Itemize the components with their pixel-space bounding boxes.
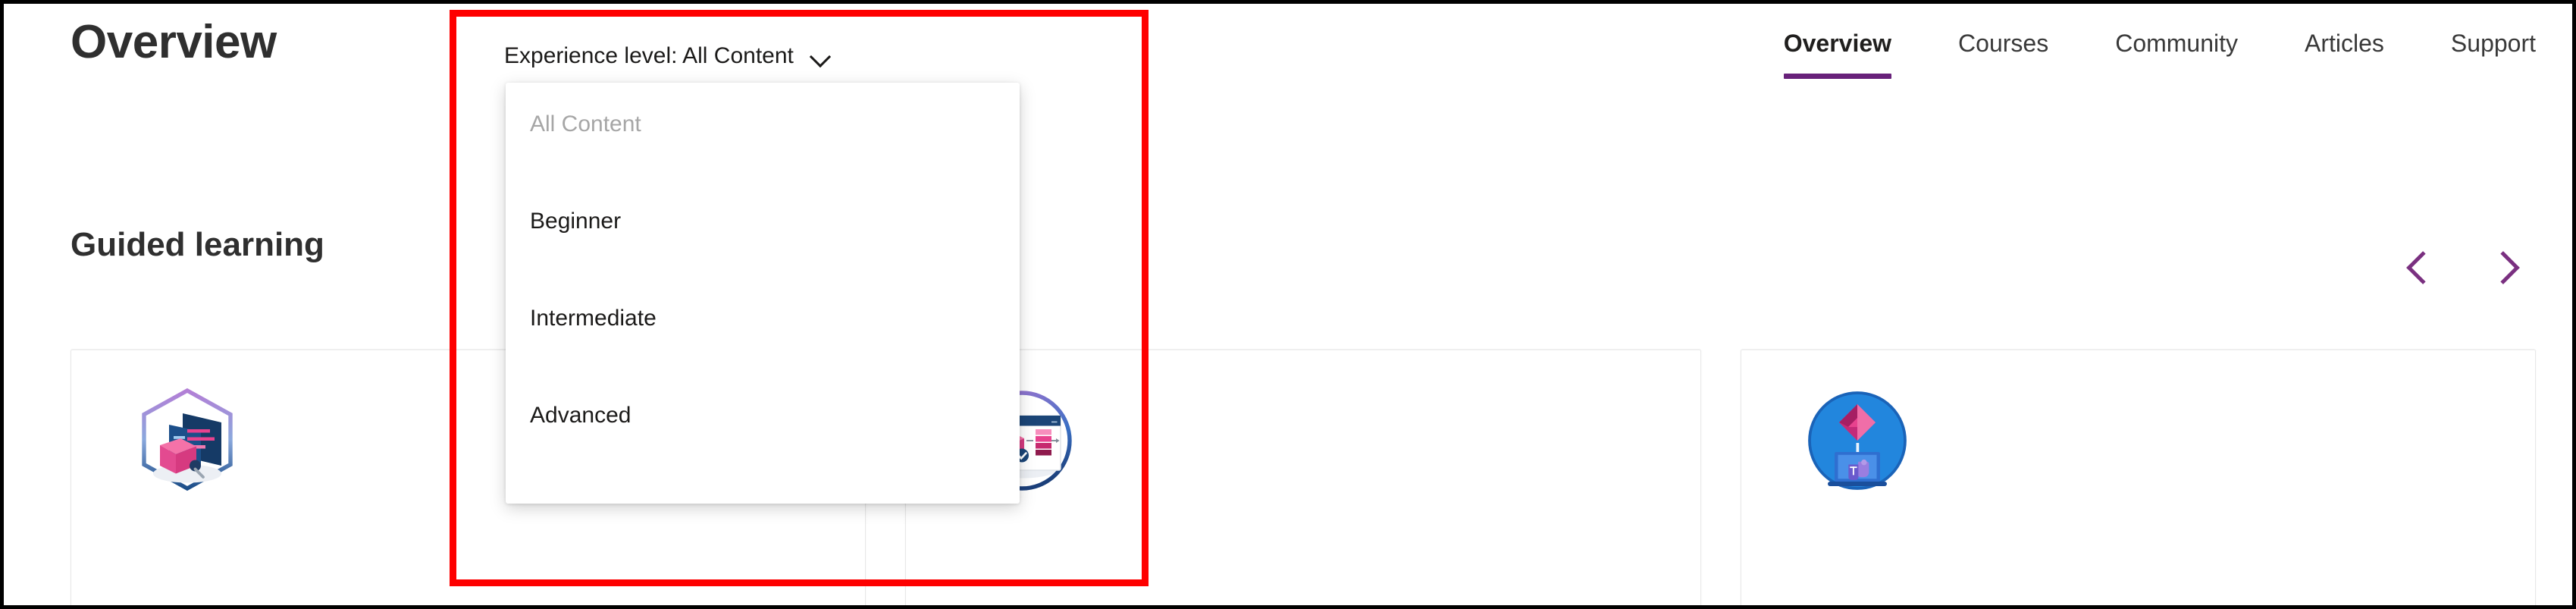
dropdown-option-intermediate[interactable]: Intermediate bbox=[506, 295, 1020, 342]
experience-level-dropdown-menu: All Content Beginner Intermediate Advanc… bbox=[506, 83, 1020, 504]
top-navigation: Overview Courses Community Articles Supp… bbox=[1783, 30, 2536, 79]
dropdown-option-all-content[interactable]: All Content bbox=[506, 101, 1020, 148]
nav-item-overview[interactable]: Overview bbox=[1783, 30, 1892, 79]
chevron-down-icon bbox=[810, 46, 830, 66]
experience-level-filter: Experience level: All Content All Conten… bbox=[504, 43, 1027, 504]
nav-item-articles[interactable]: Articles bbox=[2305, 30, 2384, 79]
dropdown-option-advanced[interactable]: Advanced bbox=[506, 392, 1020, 439]
experience-level-dropdown-button[interactable]: Experience level: All Content bbox=[504, 43, 830, 69]
nav-item-courses[interactable]: Courses bbox=[1958, 30, 2048, 79]
app-screenshot: Overview Overview Courses Community Arti… bbox=[0, 0, 2576, 609]
page-title: Overview bbox=[71, 16, 277, 68]
carousel-next-button[interactable] bbox=[2483, 245, 2528, 290]
chevron-left-icon bbox=[2406, 251, 2440, 284]
chevron-right-icon bbox=[2486, 251, 2520, 284]
guided-learning-card[interactable] bbox=[1740, 349, 2536, 605]
blue-circle-powerbi-teams-laptop-icon bbox=[1807, 391, 1907, 490]
carousel-prev-button[interactable] bbox=[2398, 245, 2443, 290]
experience-level-dropdown-label: Experience level: All Content bbox=[504, 43, 794, 68]
hexagon-badge-dashboard-icon bbox=[142, 388, 233, 491]
carousel-navigation bbox=[2398, 245, 2528, 290]
guided-learning-card-row bbox=[71, 349, 2536, 605]
guided-learning-card[interactable] bbox=[905, 349, 1701, 605]
section-title-guided-learning: Guided learning bbox=[71, 226, 324, 263]
nav-item-support[interactable]: Support bbox=[2451, 30, 2536, 79]
nav-item-community[interactable]: Community bbox=[2115, 30, 2238, 79]
dropdown-option-beginner[interactable]: Beginner bbox=[506, 198, 1020, 245]
